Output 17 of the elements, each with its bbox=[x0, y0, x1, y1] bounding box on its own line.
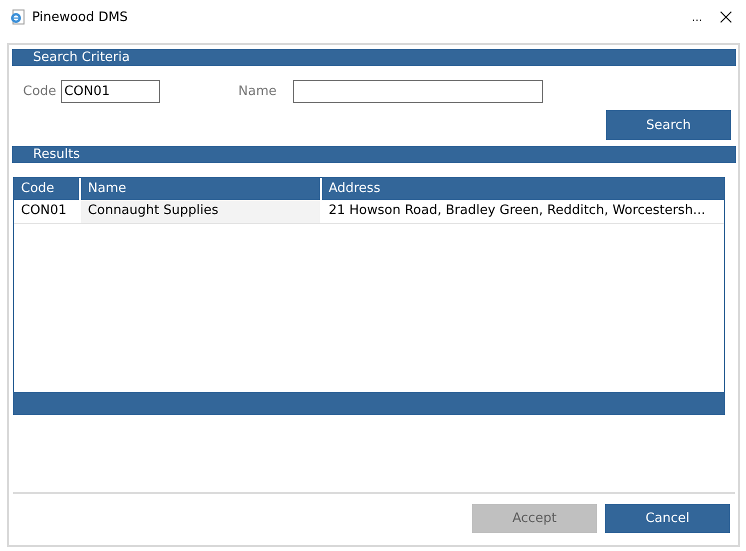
table-row[interactable]: CON01 Connaught Supplies 21 Howson Road, Bradley Green, Redditch, Worcestersh... bbox=[14, 200, 724, 224]
window-title: Pinewood DMS bbox=[32, 10, 128, 24]
cancel-button[interactable]: Cancel bbox=[605, 504, 730, 533]
field-label: Code bbox=[23, 84, 56, 99]
section-header: Search Criteria bbox=[12, 49, 736, 66]
field-label: Name bbox=[238, 84, 277, 99]
input-field[interactable]: CON01 bbox=[61, 80, 160, 103]
close-button[interactable]: × bbox=[714, 4, 738, 30]
more-button[interactable]: ... bbox=[690, 10, 704, 24]
input-field[interactable] bbox=[292, 80, 543, 103]
table-cell: 21 Howson Road, Bradley Green, Redditch, Worcestersh... bbox=[322, 200, 724, 223]
app-icon bbox=[9, 9, 25, 25]
search-button[interactable]: Search bbox=[606, 110, 731, 140]
column-header[interactable]: Address bbox=[322, 178, 724, 200]
section-header: Results bbox=[12, 146, 736, 163]
column-header[interactable]: Code bbox=[14, 178, 81, 200]
table-cell: Connaught Supplies bbox=[80, 200, 322, 223]
